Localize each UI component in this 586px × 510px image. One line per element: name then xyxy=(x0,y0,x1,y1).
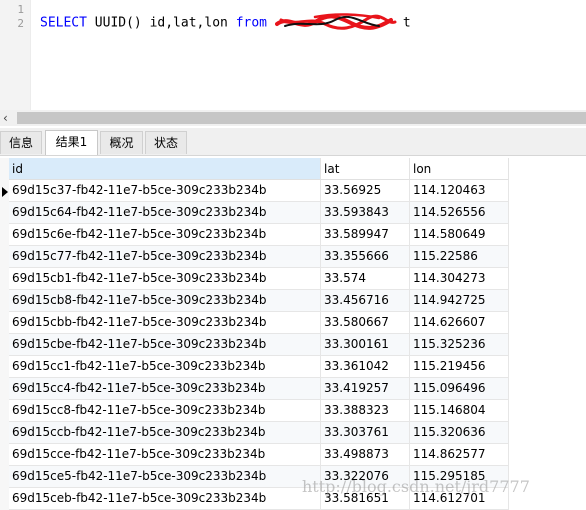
cell-id[interactable]: 69d15cb1-fb42-11e7-b5ce-309c233b234b xyxy=(9,268,321,289)
table-row[interactable]: 69d15c37-fb42-11e7-b5ce-309c233b234b 33.5… xyxy=(9,180,509,202)
cell-id[interactable]: 69d15ce5-fb42-11e7-b5ce-309c233b234b xyxy=(9,466,321,487)
cell-lon[interactable]: 114.580649 xyxy=(410,224,509,245)
cell-lon[interactable]: 114.942725 xyxy=(410,290,509,311)
table-row[interactable]: 69d15c64-fb42-11e7-b5ce-309c233b234b 33.5… xyxy=(9,202,509,224)
cell-lat[interactable]: 33.580667 xyxy=(321,312,410,333)
cell-id[interactable]: 69d15c6e-fb42-11e7-b5ce-309c233b234b xyxy=(9,224,321,245)
sql-table-tail: t xyxy=(402,15,411,31)
cell-lat[interactable]: 33.593843 xyxy=(321,202,410,223)
sql-keyword-select: SELECT xyxy=(40,15,87,31)
row-indicator-column xyxy=(0,158,9,510)
cell-lat[interactable]: 33.303761 xyxy=(321,422,410,443)
cell-lat[interactable]: 33.300161 xyxy=(321,334,410,355)
sql-editor[interactable]: 1 2 SELECT UUID() id,lat,lon from t xyxy=(0,0,586,110)
table-row[interactable]: 69d15cc1-fb42-11e7-b5ce-309c233b234b 33.3… xyxy=(9,356,509,378)
table-row[interactable]: 69d15cc8-fb42-11e7-b5ce-309c233b234b 33.3… xyxy=(9,400,509,422)
cell-lat[interactable]: 33.574 xyxy=(321,268,410,289)
table-row[interactable]: 69d15ceb-fb42-11e7-b5ce-309c233b234b 33.5… xyxy=(9,488,509,510)
cell-lon[interactable]: 114.862577 xyxy=(410,444,509,465)
table-row[interactable]: 69d15cb1-fb42-11e7-b5ce-309c233b234b 33.5… xyxy=(9,268,509,290)
scrollbar-thumb[interactable] xyxy=(17,112,586,124)
line-number: 1 xyxy=(17,3,24,16)
cell-lon[interactable]: 114.626607 xyxy=(410,312,509,333)
cell-id[interactable]: 69d15cc4-fb42-11e7-b5ce-309c233b234b xyxy=(9,378,321,399)
cell-lon[interactable]: 114.304273 xyxy=(410,268,509,289)
cell-id[interactable]: 69d15cc8-fb42-11e7-b5ce-309c233b234b xyxy=(9,400,321,421)
cell-lat[interactable]: 33.361042 xyxy=(321,356,410,377)
cell-lat[interactable]: 33.581651 xyxy=(321,488,410,509)
cell-id[interactable]: 69d15cb8-fb42-11e7-b5ce-309c233b234b xyxy=(9,290,321,311)
current-row-pointer-icon xyxy=(2,187,8,197)
table-row[interactable]: 69d15cbb-fb42-11e7-b5ce-309c233b234b 33.5… xyxy=(9,312,509,334)
redacted-table-name xyxy=(274,13,403,31)
cell-id[interactable]: 69d15cc1-fb42-11e7-b5ce-309c233b234b xyxy=(9,356,321,377)
sql-keyword-from: from xyxy=(235,15,267,31)
grid-rows: 69d15c37-fb42-11e7-b5ce-309c233b234b 33.5… xyxy=(9,180,509,510)
column-header-id[interactable]: id xyxy=(9,158,321,180)
cell-lat[interactable]: 33.355666 xyxy=(321,246,410,267)
cell-lon[interactable]: 114.120463 xyxy=(410,180,509,201)
table-row[interactable]: 69d15ccb-fb42-11e7-b5ce-309c233b234b 33.3… xyxy=(9,422,509,444)
sql-code-line[interactable]: SELECT UUID() id,lat,lon from t xyxy=(40,13,411,31)
cell-lon[interactable]: 115.22586 xyxy=(410,246,509,267)
table-row[interactable]: 69d15ce5-fb42-11e7-b5ce-309c233b234b 33.3… xyxy=(9,466,509,488)
editor-horizontal-scrollbar[interactable]: ‹ xyxy=(0,110,586,126)
cell-id[interactable]: 69d15cbe-fb42-11e7-b5ce-309c233b234b xyxy=(9,334,321,355)
table-row[interactable]: 69d15c6e-fb42-11e7-b5ce-309c233b234b 33.5… xyxy=(9,224,509,246)
cell-lon[interactable]: 115.320636 xyxy=(410,422,509,443)
cell-id[interactable]: 69d15c37-fb42-11e7-b5ce-309c233b234b xyxy=(9,180,321,201)
cell-id[interactable]: 69d15c77-fb42-11e7-b5ce-309c233b234b xyxy=(9,246,321,267)
cell-id[interactable]: 69d15cce-fb42-11e7-b5ce-309c233b234b xyxy=(9,444,321,465)
table-row[interactable]: 69d15c77-fb42-11e7-b5ce-309c233b234b 33.3… xyxy=(9,246,509,268)
cell-lat[interactable]: 33.322076 xyxy=(321,466,410,487)
cell-lat[interactable]: 33.589947 xyxy=(321,224,410,245)
cell-lon[interactable]: 114.526556 xyxy=(410,202,509,223)
cell-lat[interactable]: 33.419257 xyxy=(321,378,410,399)
table-row[interactable]: 69d15cb8-fb42-11e7-b5ce-309c233b234b 33.4… xyxy=(9,290,509,312)
result-tabs: 信息 结果1 概况 状态 xyxy=(0,128,586,156)
cell-lon[interactable]: 115.219456 xyxy=(410,356,509,377)
line-number-gutter: 1 2 xyxy=(0,0,31,110)
cell-lat[interactable]: 33.498873 xyxy=(321,444,410,465)
cell-lat[interactable]: 33.388323 xyxy=(321,400,410,421)
line-number: 2 xyxy=(17,17,24,30)
tab-status[interactable]: 状态 xyxy=(145,131,187,154)
column-header-lat[interactable]: lat xyxy=(321,158,410,180)
cell-lat[interactable]: 33.56925 xyxy=(321,180,410,201)
table-row[interactable]: 69d15cce-fb42-11e7-b5ce-309c233b234b 33.4… xyxy=(9,444,509,466)
cell-lon[interactable]: 115.325236 xyxy=(410,334,509,355)
cell-id[interactable]: 69d15c64-fb42-11e7-b5ce-309c233b234b xyxy=(9,202,321,223)
cell-id[interactable]: 69d15cbb-fb42-11e7-b5ce-309c233b234b xyxy=(9,312,321,333)
cell-id[interactable]: 69d15ccb-fb42-11e7-b5ce-309c233b234b xyxy=(9,422,321,443)
cell-id[interactable]: 69d15ceb-fb42-11e7-b5ce-309c233b234b xyxy=(9,488,321,509)
cell-lon[interactable]: 115.295185 xyxy=(410,466,509,487)
column-header-lon[interactable]: lon xyxy=(410,158,509,180)
table-row[interactable]: 69d15cc4-fb42-11e7-b5ce-309c233b234b 33.4… xyxy=(9,378,509,400)
tab-info[interactable]: 信息 xyxy=(0,131,42,154)
tab-result-1[interactable]: 结果1 xyxy=(45,130,98,155)
sql-column-list: UUID() id,lat,lon xyxy=(86,15,236,31)
cell-lon[interactable]: 115.146804 xyxy=(410,400,509,421)
cell-lon[interactable]: 115.096496 xyxy=(410,378,509,399)
scroll-left-arrow-icon[interactable]: ‹ xyxy=(3,110,8,126)
tab-profile[interactable]: 概况 xyxy=(100,131,143,154)
cell-lat[interactable]: 33.456716 xyxy=(321,290,410,311)
cell-lon[interactable]: 114.612701 xyxy=(410,488,509,509)
table-row[interactable]: 69d15cbe-fb42-11e7-b5ce-309c233b234b 33.3… xyxy=(9,334,509,356)
